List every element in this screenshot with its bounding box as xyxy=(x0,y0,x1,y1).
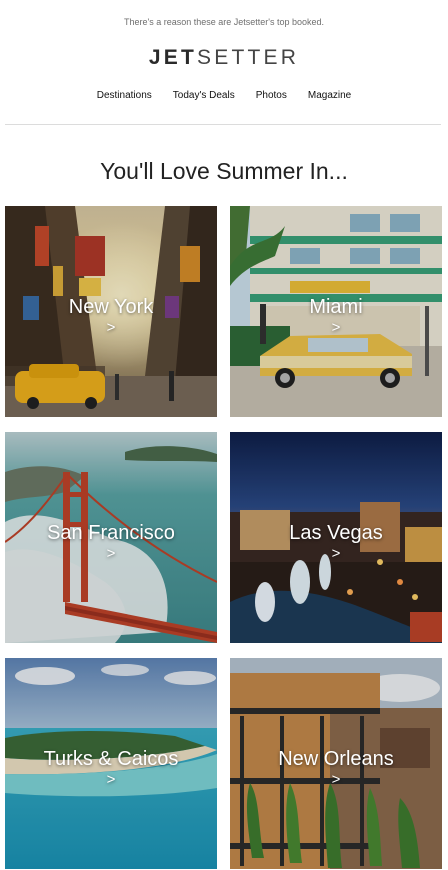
top-nav: Destinations Today's Deals Photos Magazi… xyxy=(0,90,448,101)
tile-label-new-orleans: New Orleans xyxy=(278,748,394,770)
tile-turks-caicos[interactable]: Turks & Caicos > xyxy=(5,658,217,869)
tile-label-miami: Miami xyxy=(309,296,363,318)
header-divider xyxy=(5,124,441,125)
chevron-right-icon: > xyxy=(106,319,116,336)
tile-label-turks-caicos: Turks & Caicos xyxy=(43,748,179,770)
tile-label-las-vegas: Las Vegas xyxy=(289,522,383,544)
preheader-text: There's a reason these are Jetsetter's t… xyxy=(123,17,325,27)
chevron-right-icon: > xyxy=(106,771,116,788)
nav-todays-deals[interactable]: Today's Deals xyxy=(173,90,235,101)
tile-las-vegas[interactable]: Las Vegas > xyxy=(230,432,442,643)
chevron-right-icon: > xyxy=(331,545,341,562)
chevron-right-icon: > xyxy=(331,319,341,336)
tile-new-york[interactable]: New York > xyxy=(5,206,217,417)
nav-magazine[interactable]: Magazine xyxy=(308,90,351,101)
nav-destinations[interactable]: Destinations xyxy=(97,90,152,101)
logo-jet: JET xyxy=(148,46,198,69)
tile-label-new-york: New York xyxy=(68,296,154,318)
tile-new-orleans[interactable]: New Orleans > xyxy=(230,658,442,869)
nav-photos[interactable]: Photos xyxy=(256,90,287,101)
logo-setter: SETTER xyxy=(197,46,300,69)
section-headline: You'll Love Summer In... xyxy=(100,158,348,184)
tile-miami[interactable]: Miami > xyxy=(230,206,442,417)
chevron-right-icon: > xyxy=(106,545,116,562)
jetsetter-logo[interactable]: JETSETTER xyxy=(0,46,448,70)
chevron-right-icon: > xyxy=(331,771,341,788)
tile-label-san-francisco: San Francisco xyxy=(47,522,175,544)
tile-san-francisco[interactable]: San Francisco > xyxy=(5,432,217,643)
